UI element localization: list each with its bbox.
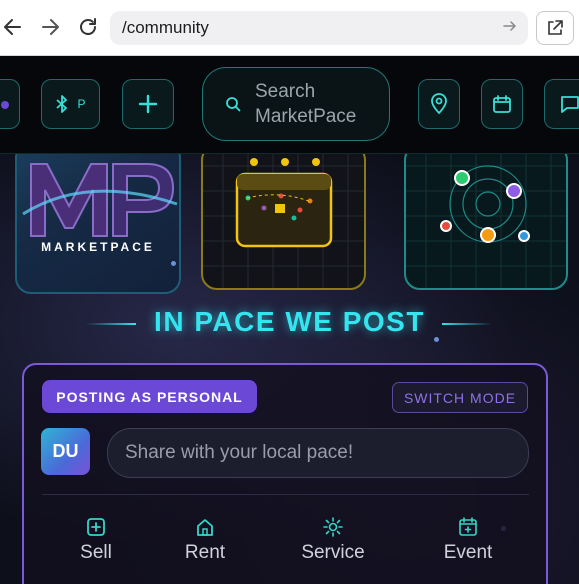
search-input[interactable]: Search MarketPace <box>202 67 390 141</box>
avatar[interactable]: DU <box>41 428 90 475</box>
sell-action[interactable]: Sell <box>46 517 146 564</box>
add-button[interactable] <box>122 79 174 129</box>
go-arrow-icon[interactable] <box>502 18 518 39</box>
search-placeholder: Search MarketPace <box>255 81 357 127</box>
back-icon[interactable] <box>0 14 26 40</box>
location-button[interactable] <box>418 79 460 129</box>
calendar-plus-icon <box>418 517 518 539</box>
url-text: /community <box>122 18 209 37</box>
reload-icon[interactable] <box>75 14 101 40</box>
switch-mode-button[interactable]: SWITCH MODE <box>392 382 528 413</box>
calendar-button[interactable] <box>481 79 523 129</box>
bluetooth-button[interactable]: P <box>41 79 100 129</box>
rent-action[interactable]: Rent <box>155 517 255 564</box>
page-headline: IN PACE WE POST <box>154 306 425 337</box>
event-label: Event <box>443 542 493 563</box>
calendar-icon <box>493 95 511 113</box>
address-bar[interactable]: /community <box>110 11 528 45</box>
service-label: Service <box>301 542 365 563</box>
dot-icon <box>1 101 9 109</box>
chat-icon <box>561 96 579 113</box>
chat-button[interactable] <box>544 79 579 129</box>
composer-divider <box>42 494 529 495</box>
forward-icon[interactable] <box>37 14 63 40</box>
post-input-placeholder: Share with your local pace! <box>125 442 354 463</box>
post-input[interactable]: Share with your local pace! <box>107 428 529 478</box>
location-pin-icon <box>431 93 447 115</box>
events-tile[interactable] <box>201 154 366 290</box>
posting-mode-badge: POSTING AS PERSONAL <box>42 380 257 413</box>
house-icon <box>155 517 255 539</box>
marketpace-logo-tile[interactable]: MARKETPACE <box>15 154 181 294</box>
sparkle-dot <box>171 261 176 266</box>
event-action[interactable]: Event <box>418 517 518 564</box>
gear-sun-icon <box>283 517 383 539</box>
service-action[interactable]: Service <box>283 517 383 564</box>
browser-toolbar: /community <box>0 0 579 56</box>
calendar-grid-icon <box>203 154 364 288</box>
radar-map-icon <box>406 154 566 288</box>
post-composer: POSTING AS PERSONAL SWITCH MODE DU Share… <box>22 363 548 584</box>
open-external-icon[interactable] <box>536 11 574 45</box>
community-feed: MARKETPACE IN PACE WE POST POSTING AS PE… <box>0 154 579 584</box>
app-header: P Search MarketPace <box>0 56 579 154</box>
logo-wordmark: MARKETPACE <box>41 240 155 254</box>
nearby-map-tile[interactable] <box>404 154 568 290</box>
plus-icon <box>138 94 158 114</box>
sell-label: Sell <box>80 542 112 563</box>
partial-header-button[interactable] <box>0 79 20 129</box>
marketpace-logo-icon <box>22 163 178 237</box>
bluetooth-icon <box>56 95 68 113</box>
rent-label: Rent <box>184 542 226 563</box>
bluetooth-badge-text: P <box>77 97 86 111</box>
search-icon <box>226 97 241 112</box>
plus-square-icon <box>46 517 146 539</box>
sparkle-dot <box>434 337 439 342</box>
